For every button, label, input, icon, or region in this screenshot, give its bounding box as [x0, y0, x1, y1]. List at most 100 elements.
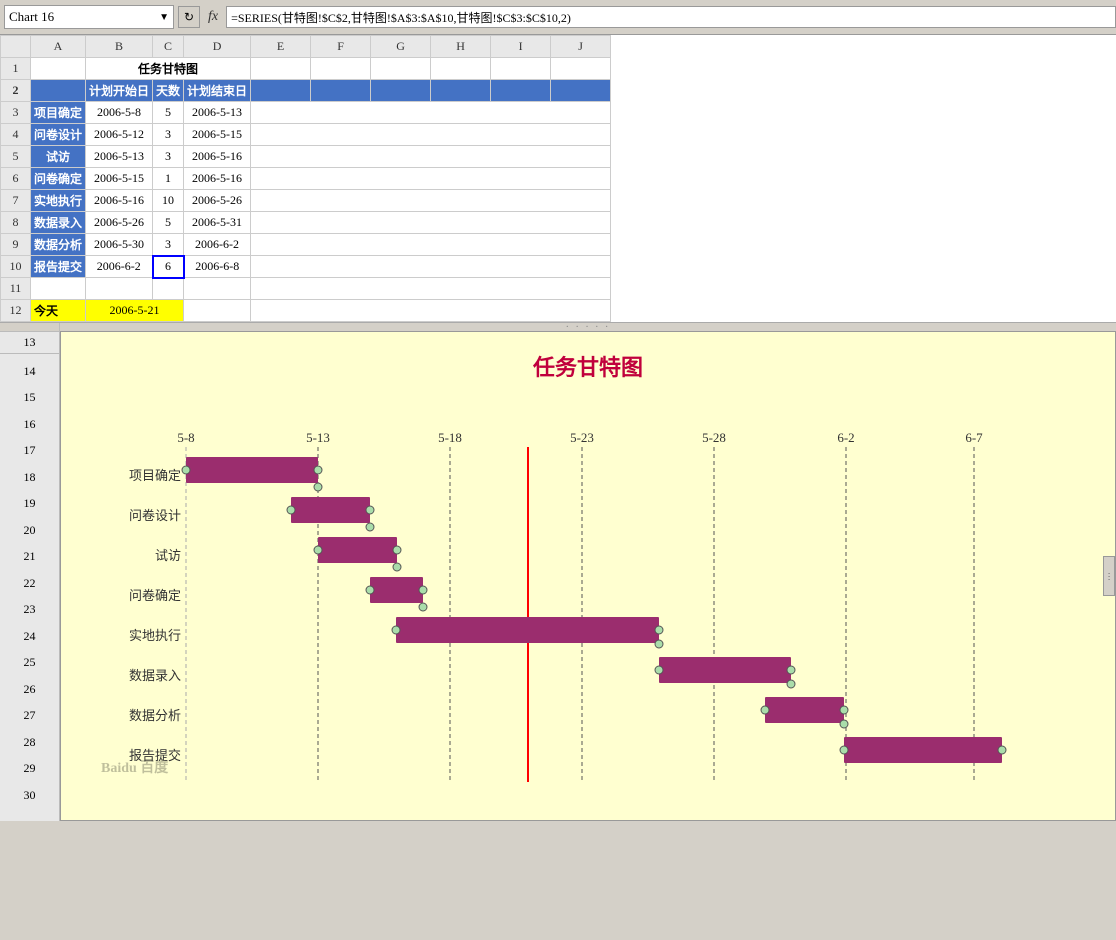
cell-3e [251, 102, 611, 124]
fx-label: fx [208, 9, 218, 25]
row-num-9: 9 [1, 234, 31, 256]
formula-text: =SERIES(甘特图!$C$2,甘特图!$A$3:$A$10,甘特图!$C$3… [231, 9, 571, 26]
dot-0-end [314, 466, 322, 474]
cell-12b-today-value[interactable]: 2006-5-21 [86, 300, 184, 322]
header-j [551, 80, 611, 102]
dot-6-start [761, 706, 769, 714]
cell-8c[interactable]: 5 [153, 212, 184, 234]
cell-7e [251, 190, 611, 212]
gantt-bar-3 [370, 577, 423, 603]
task-label-4: 实地执行 [129, 628, 181, 643]
dot-1-start [287, 506, 295, 514]
cell-12a-today-label[interactable]: 今天 [31, 300, 86, 322]
refresh-icon: ↻ [184, 10, 194, 25]
header-a[interactable] [31, 80, 86, 102]
refresh-button[interactable]: ↻ [178, 6, 200, 28]
col-header-g[interactable]: G [371, 36, 431, 58]
cell-6d[interactable]: 2006-5-16 [184, 168, 251, 190]
cell-6b[interactable]: 2006-5-15 [86, 168, 153, 190]
dot-7-end [998, 746, 1006, 754]
cell-8a[interactable]: 数据录入 [31, 212, 86, 234]
cell-3a[interactable]: 项目确定 [31, 102, 86, 124]
chart-dropdown-arrow[interactable]: ▼ [159, 12, 169, 23]
cell-6e [251, 168, 611, 190]
row-num-30: 30 [0, 788, 59, 803]
formula-bar[interactable]: =SERIES(甘特图!$C$2,甘特图!$A$3:$A$10,甘特图!$C$3… [226, 6, 1116, 28]
cell-1a[interactable] [31, 58, 86, 80]
dot-6-end [840, 706, 848, 714]
cell-4b[interactable]: 2006-5-12 [86, 124, 153, 146]
cell-10b[interactable]: 2006-6-2 [86, 256, 153, 278]
col-header-f[interactable]: F [311, 36, 371, 58]
dot-3-lower [419, 603, 427, 611]
row-num-2: 2 [1, 80, 31, 102]
dot-6-lower [840, 720, 848, 728]
cell-5a[interactable]: 试访 [31, 146, 86, 168]
chart-resize-handle[interactable]: · · · · · [60, 323, 1116, 331]
dot-5-end [787, 666, 795, 674]
cell-6c[interactable]: 1 [153, 168, 184, 190]
col-header-a[interactable]: A [31, 36, 86, 58]
header-c[interactable]: 天数 [153, 80, 184, 102]
cell-3c[interactable]: 5 [153, 102, 184, 124]
row-num-7: 7 [1, 190, 31, 212]
row-num-15: 15 [0, 390, 59, 405]
cell-10c[interactable]: 6 [153, 256, 184, 278]
cell-9c[interactable]: 3 [153, 234, 184, 256]
col-header-d[interactable]: D [184, 36, 251, 58]
cell-1b-title[interactable]: 任务甘特图 [86, 58, 251, 80]
cell-4a[interactable]: 问卷设计 [31, 124, 86, 146]
cell-9b[interactable]: 2006-5-30 [86, 234, 153, 256]
gantt-bar-4 [396, 617, 659, 643]
cell-7c[interactable]: 10 [153, 190, 184, 212]
col-header-c[interactable]: C [153, 36, 184, 58]
dot-5-start [655, 666, 663, 674]
col-header-j[interactable]: J [551, 36, 611, 58]
cell-1h [431, 58, 491, 80]
header-d[interactable]: 计划结束日 [184, 80, 251, 102]
cell-9d[interactable]: 2006-6-2 [184, 234, 251, 256]
col-header-row: A B C D E F G H I J [1, 36, 611, 58]
cell-5d[interactable]: 2006-5-16 [184, 146, 251, 168]
cell-7a[interactable]: 实地执行 [31, 190, 86, 212]
cell-8d[interactable]: 2006-5-31 [184, 212, 251, 234]
chart-selector[interactable]: Chart 16 ▼ [4, 5, 174, 29]
row-num-14: 14 [0, 364, 59, 379]
header-b[interactable]: 计划开始日 [86, 80, 153, 102]
cell-10d[interactable]: 2006-6-8 [184, 256, 251, 278]
col-header-e[interactable]: E [251, 36, 311, 58]
cell-3b[interactable]: 2006-5-8 [86, 102, 153, 124]
cell-4d[interactable]: 2006-5-15 [184, 124, 251, 146]
cell-3d[interactable]: 2006-5-13 [184, 102, 251, 124]
cell-5c[interactable]: 3 [153, 146, 184, 168]
cell-7b[interactable]: 2006-5-16 [86, 190, 153, 212]
col-header-h[interactable]: H [431, 36, 491, 58]
cell-9a[interactable]: 数据分析 [31, 234, 86, 256]
cell-1i [491, 58, 551, 80]
row-num-10: 10 [1, 256, 31, 278]
dot-4-start [392, 626, 400, 634]
dot-2-start [314, 546, 322, 554]
date-label-5: 6-2 [837, 430, 854, 445]
dot-4-lower [655, 640, 663, 648]
cell-12e [251, 300, 611, 322]
resize-handle-spacer [0, 323, 59, 331]
chart-right-resize[interactable]: ··· [1103, 556, 1115, 596]
cell-6a[interactable]: 问卷确定 [31, 168, 86, 190]
cell-7d[interactable]: 2006-5-26 [184, 190, 251, 212]
gantt-bar-5 [659, 657, 791, 683]
cell-11e [251, 278, 611, 300]
cell-8b[interactable]: 2006-5-26 [86, 212, 153, 234]
cell-1f [311, 58, 371, 80]
cell-4c[interactable]: 3 [153, 124, 184, 146]
right-handle-dots: ··· [1104, 572, 1114, 581]
row-num-26: 26 [0, 682, 59, 697]
col-header-i[interactable]: I [491, 36, 551, 58]
row-num-3: 3 [1, 102, 31, 124]
cell-10a[interactable]: 报告提交 [31, 256, 86, 278]
watermark: Baidu 百度 [101, 759, 169, 776]
row-3: 3 项目确定 2006-5-8 5 2006-5-13 [1, 102, 611, 124]
col-header-b[interactable]: B [86, 36, 153, 58]
cell-12d [184, 300, 251, 322]
cell-5b[interactable]: 2006-5-13 [86, 146, 153, 168]
